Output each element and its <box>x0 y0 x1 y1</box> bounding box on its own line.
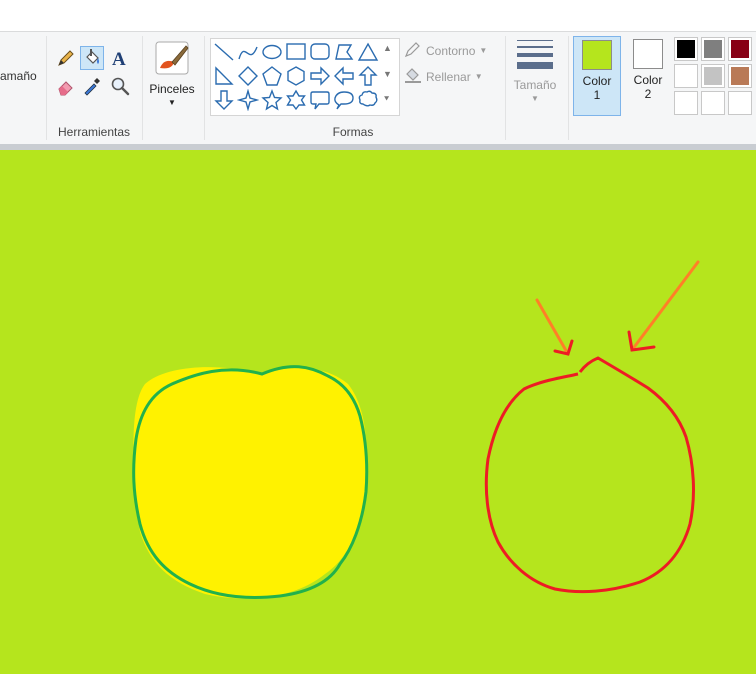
palette-color-swatch <box>731 40 749 58</box>
fill-dropdown[interactable]: Rellenar ▼ <box>404 66 483 87</box>
outline-dropdown[interactable]: Contorno ▼ <box>404 40 487 61</box>
down-arrow-icon[interactable] <box>213 89 235 111</box>
right-arrow-icon[interactable] <box>309 65 331 87</box>
palette-color-swatch <box>731 67 749 85</box>
chevron-down-icon: ▼ <box>479 46 488 55</box>
palette-color-swatch <box>704 40 722 58</box>
palette-color-cell[interactable] <box>728 37 752 61</box>
red-outline <box>484 356 695 594</box>
color2-button[interactable]: Color 2 <box>624 36 672 116</box>
scroll-up-icon[interactable]: ▲ <box>383 43 392 53</box>
color1-label: Color <box>582 74 612 88</box>
line-width-icon <box>515 38 555 72</box>
size-button[interactable]: Tamaño ▼ <box>510 38 560 103</box>
palette-color-swatch <box>677 67 695 85</box>
pentagon-icon[interactable] <box>261 65 283 87</box>
outline-label: Contorno <box>426 43 476 58</box>
cloud-callout-icon[interactable] <box>357 89 379 111</box>
svg-text:A: A <box>112 49 126 68</box>
curve-icon[interactable] <box>237 41 259 63</box>
ribbon-separator <box>142 36 143 140</box>
ribbon-separator <box>568 36 569 140</box>
color2-number: 2 <box>644 87 652 101</box>
polygon-icon[interactable] <box>333 41 355 63</box>
color-picker-icon[interactable] <box>80 74 104 98</box>
palette-color-swatch <box>677 40 695 58</box>
left-arrow-icon[interactable] <box>333 65 355 87</box>
palette-color-cell[interactable] <box>701 37 725 61</box>
fill-label: Rellenar <box>426 69 471 84</box>
brushes-label: Pinceles <box>149 82 195 96</box>
canvas-drawing <box>132 260 700 599</box>
rectangle-icon[interactable] <box>285 41 307 63</box>
six-point-star-icon[interactable] <box>285 89 307 111</box>
chevron-down-icon: ▼ <box>531 94 539 103</box>
text-icon[interactable]: A <box>108 46 132 70</box>
palette-color-cell[interactable] <box>674 37 698 61</box>
palette-color-cell[interactable] <box>701 64 725 88</box>
brushes-button[interactable]: Pinceles ▼ <box>146 38 198 107</box>
color2-label: Color <box>633 73 663 87</box>
image-size-label-cut[interactable]: amaño <box>0 69 37 83</box>
palette-color-swatch <box>704 67 722 85</box>
title-area <box>0 0 756 31</box>
orange-arrow-right <box>630 260 700 352</box>
oval-callout-icon[interactable] <box>333 89 355 111</box>
fill-bucket-icon[interactable] <box>80 46 104 70</box>
color1-swatch <box>582 40 612 70</box>
palette-color-cell[interactable] <box>674 64 698 88</box>
chevron-down-icon: ▼ <box>168 98 176 107</box>
color1-button[interactable]: Color 1 <box>573 36 621 116</box>
palette-color-cell[interactable] <box>701 91 725 115</box>
canvas-edge <box>0 144 756 150</box>
orange-arrow-left <box>535 298 570 356</box>
right-triangle-icon[interactable] <box>213 65 235 87</box>
ribbon-separator <box>204 36 205 140</box>
rounded-callout-icon[interactable] <box>309 89 331 111</box>
expand-gallery-icon[interactable]: ⯆ <box>383 94 390 105</box>
four-point-star-icon[interactable] <box>236 88 260 112</box>
scroll-down-icon[interactable]: ▼ <box>383 69 392 79</box>
triangle-icon[interactable] <box>357 41 379 63</box>
hexagon-icon[interactable] <box>285 65 307 87</box>
ribbon-separator <box>505 36 506 140</box>
color1-number: 1 <box>593 88 601 102</box>
chevron-down-icon: ▼ <box>474 72 483 81</box>
ribbon: amaño A Herramientas Pinceles ▼ ▲ ▼ ⯆ Co… <box>0 31 756 145</box>
yellow-filled-blob <box>133 367 367 599</box>
oval-icon[interactable] <box>261 41 283 63</box>
shapes-group-label: Formas <box>332 125 374 139</box>
size-label: Tamaño <box>513 78 557 92</box>
drawing-canvas[interactable] <box>0 144 756 674</box>
ribbon-separator <box>46 36 47 140</box>
palette-color-cell[interactable] <box>728 91 752 115</box>
palette-color-cell[interactable] <box>728 64 752 88</box>
shapes-gallery[interactable] <box>210 38 400 116</box>
up-arrow-icon[interactable] <box>357 65 379 87</box>
outline-icon <box>404 40 422 61</box>
palette-color-cell[interactable] <box>674 91 698 115</box>
diamond-icon[interactable] <box>237 65 259 87</box>
rounded-rectangle-icon[interactable] <box>309 41 331 63</box>
tools-group-label: Herramientas <box>57 125 131 139</box>
five-point-star-icon[interactable] <box>261 89 283 111</box>
brush-icon <box>152 38 192 78</box>
pencil-icon[interactable] <box>54 46 78 70</box>
eraser-icon[interactable] <box>54 74 78 98</box>
color2-swatch <box>633 39 663 69</box>
line-icon[interactable] <box>213 41 235 63</box>
shapes-gallery-scroll[interactable]: ▲ ▼ ⯆ <box>380 38 396 114</box>
magnifier-icon[interactable] <box>108 74 132 98</box>
fill-icon <box>404 66 422 87</box>
red-arrowhead-right <box>627 330 656 352</box>
